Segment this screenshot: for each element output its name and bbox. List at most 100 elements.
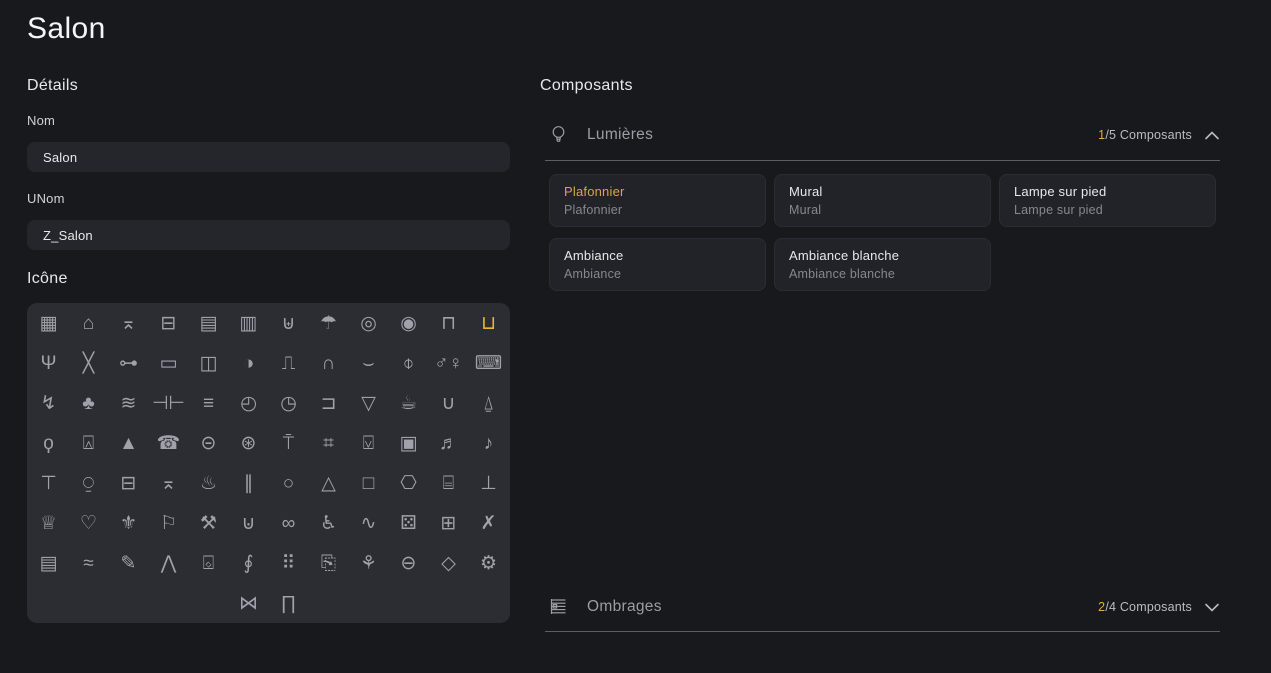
unom-input[interactable] <box>27 220 510 250</box>
wrench-icon[interactable]: ⚒ <box>189 503 229 543</box>
bricks-icon[interactable]: ▤ <box>29 543 69 583</box>
component-card[interactable]: Lampe sur pied Lampe sur pied <box>999 174 1216 227</box>
espresso-cup-icon[interactable]: ∪ <box>429 383 469 423</box>
key-icon[interactable]: ⊶ <box>109 343 149 383</box>
shower-icon[interactable]: ☂ <box>309 303 349 343</box>
projector-screen-icon[interactable]: ⊤ <box>29 463 69 503</box>
sofa-icon[interactable]: ⊔ <box>469 303 509 343</box>
alarm-clock-icon[interactable]: ◴ <box>229 383 269 423</box>
bathtub-icon[interactable]: ⊎ <box>269 303 309 343</box>
restroom-icon[interactable]: ♂♀ <box>429 343 469 383</box>
dryer-icon[interactable]: ◉ <box>389 303 429 343</box>
chef-hat-icon[interactable]: ♕ <box>29 503 69 543</box>
pool-icon[interactable]: ≋ <box>109 383 149 423</box>
chair-icon[interactable]: ⎍ <box>269 343 309 383</box>
arch-icon[interactable]: ∏ <box>269 583 309 623</box>
home-icon[interactable]: ⌂ <box>69 303 109 343</box>
bed-icon[interactable]: ⊟ <box>149 303 189 343</box>
armchair-icon[interactable]: ⊓ <box>429 303 469 343</box>
bunk-bed-icon[interactable]: ▥ <box>229 303 269 343</box>
bicycle-icon[interactable]: ∞ <box>269 503 309 543</box>
joystick-icon[interactable]: ⍑ <box>269 423 309 463</box>
cutlery-icon[interactable]: Ψ <box>29 343 69 383</box>
tree-icon[interactable]: ♣ <box>69 383 109 423</box>
chevron-down-icon[interactable] <box>1204 602 1220 613</box>
chevron-up-icon[interactable] <box>1204 130 1220 141</box>
icon-glyph: ⊟ <box>121 474 137 493</box>
briefcase-icon[interactable]: ▣ <box>389 423 429 463</box>
piano-icon[interactable]: ⌨ <box>469 343 509 383</box>
heater-icon[interactable]: ♨ <box>189 463 229 503</box>
nom-input[interactable] <box>27 142 510 172</box>
icon-glyph: ∞ <box>282 514 296 533</box>
circle-icon[interactable]: ○ <box>269 463 309 503</box>
coffee-cup-icon[interactable]: ▽ <box>349 383 389 423</box>
clock-icon[interactable]: ◷ <box>269 383 309 423</box>
sink-icon[interactable]: ⌣ <box>349 343 389 383</box>
component-card[interactable]: Ambiance blanche Ambiance blanche <box>774 238 991 291</box>
pencil-icon[interactable]: ✎ <box>109 543 149 583</box>
christmas-tree-icon[interactable]: ▲ <box>109 423 149 463</box>
storage-box-icon[interactable]: ⊞ <box>429 503 469 543</box>
dome-lamp-icon[interactable]: ⍜ <box>69 463 109 503</box>
component-card[interactable]: Mural Mural <box>774 174 991 227</box>
guitar-icon[interactable]: ∮ <box>229 543 269 583</box>
cube-icon[interactable]: ◇ <box>429 543 469 583</box>
car-icon[interactable]: ⊟ <box>109 463 149 503</box>
server-icon[interactable]: ≡ <box>189 383 229 423</box>
popcorn-icon[interactable]: ⍌ <box>349 423 389 463</box>
grid-icon[interactable]: ▦ <box>29 303 69 343</box>
washing-machine-icon[interactable]: ◎ <box>349 303 389 343</box>
folders-icon[interactable]: ⎘ <box>309 543 349 583</box>
dumbbell-icon[interactable]: ⊣⊢ <box>149 383 189 423</box>
bone-icon[interactable]: ⋈ <box>229 583 269 623</box>
tshirt-icon[interactable]: ⊥ <box>469 463 509 503</box>
dice-icon[interactable]: ⚄ <box>389 503 429 543</box>
tools-icon[interactable]: ✗ <box>469 503 509 543</box>
table-lamp-icon[interactable]: ⍓ <box>69 423 109 463</box>
sideboard-icon[interactable]: ⌺ <box>189 543 229 583</box>
shield-icon[interactable]: ◑ <box>229 343 269 383</box>
crossed-cutlery-icon[interactable]: ╳ <box>69 343 109 383</box>
mountains-icon[interactable]: ⋀ <box>149 543 189 583</box>
beer-mug-icon[interactable]: ⊐ <box>309 383 349 423</box>
tv-icon[interactable]: ◫ <box>189 343 229 383</box>
film-icon[interactable]: ⌗ <box>309 423 349 463</box>
drawer-icon[interactable]: ⌸ <box>429 463 469 503</box>
garage-icon[interactable]: ⌅ <box>109 303 149 343</box>
flag-icon[interactable]: ⚐ <box>149 503 189 543</box>
triangle-icon[interactable]: △ <box>309 463 349 503</box>
group-header-lumieres[interactable]: Lumières 1/5 Composants <box>540 120 1222 150</box>
phone-icon[interactable]: ☎ <box>149 423 189 463</box>
hexagon-icon[interactable]: ⎔ <box>389 463 429 503</box>
blender-icon[interactable]: ⍙ <box>469 383 509 423</box>
pulse-icon[interactable]: ∿ <box>349 503 389 543</box>
ev-charger-icon[interactable]: ↯ <box>29 383 69 423</box>
dots-grid-icon[interactable]: ⠿ <box>269 543 309 583</box>
component-subtitle: Ambiance <box>564 266 751 283</box>
lightbulb-icon[interactable]: ϙ <box>29 423 69 463</box>
component-card[interactable]: Ambiance Ambiance <box>549 238 766 291</box>
swimmer-icon[interactable]: ≈ <box>69 543 109 583</box>
fireplace-icon[interactable]: ∩ <box>309 343 349 383</box>
flower-icon[interactable]: ⚘ <box>349 543 389 583</box>
books-icon[interactable]: ∥ <box>229 463 269 503</box>
component-card[interactable]: Plafonnier Plafonnier <box>549 174 766 227</box>
gamepad-icon[interactable]: ⊛ <box>229 423 269 463</box>
playlist-icon[interactable]: ♪ <box>469 423 509 463</box>
gear-icon[interactable]: ⚙ <box>469 543 509 583</box>
group-header-ombrages[interactable]: Ombrages 2/4 Composants <box>540 592 1222 622</box>
drum-icon[interactable]: ⊖ <box>389 543 429 583</box>
basket-icon[interactable]: ⊍ <box>229 503 269 543</box>
lotus-icon[interactable]: ⚜ <box>109 503 149 543</box>
garage-car-icon[interactable]: ⌅ <box>149 463 189 503</box>
stroller-icon[interactable]: ♿ <box>309 503 349 543</box>
double-bed-icon[interactable]: ▤ <box>189 303 229 343</box>
monitor-icon[interactable]: ▭ <box>149 343 189 383</box>
music-notes-icon[interactable]: ♬ <box>429 423 469 463</box>
heart-icon[interactable]: ♡ <box>69 503 109 543</box>
toilet-paper-icon[interactable]: ⌽ <box>389 343 429 383</box>
coffee-pot-icon[interactable]: ☕ <box>389 383 429 423</box>
retro-controller-icon[interactable]: ⊝ <box>189 423 229 463</box>
square-icon[interactable]: □ <box>349 463 389 503</box>
